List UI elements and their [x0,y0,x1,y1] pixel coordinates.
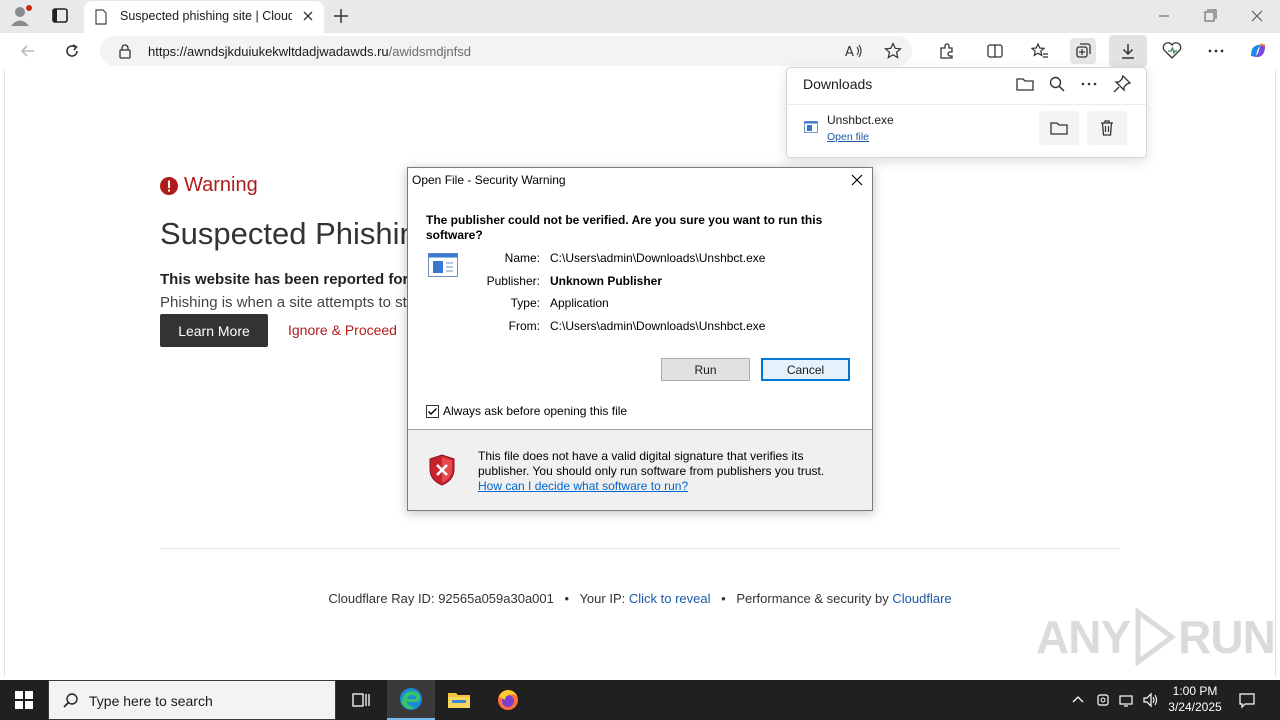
minimize-icon[interactable] [1153,6,1175,26]
svg-text:A: A [845,45,854,60]
signature-info-text: This file does not have a valid digital … [478,449,825,478]
url-text[interactable]: https://awndsjkduiukekwltdadjwadawds.ru/… [148,44,471,59]
address-bar[interactable]: https://awndsjkduiukekwltdadjwadawds.ru/… [100,36,912,66]
downloads-more-icon[interactable] [1079,74,1099,94]
reveal-ip-link[interactable]: Click to reveal [629,591,711,606]
open-file-link[interactable]: Open file [827,131,869,143]
security-warning-dialog: Open File - Security Warning The publish… [407,167,873,511]
phishing-explanation: Phishing is when a site attempts to ste [160,294,416,311]
application-icon [428,253,458,277]
exe-file-icon [804,121,818,133]
search-placeholder: Type here to search [89,693,213,709]
delete-download-button[interactable] [1087,111,1127,145]
tab-title: Suspected phishing site | Cloudfl [120,9,292,23]
favorite-star-icon[interactable] [884,42,902,60]
cancel-button[interactable]: Cancel [761,358,850,381]
your-ip-label: Your IP: [579,591,626,606]
folder-icon [1050,120,1068,136]
notifications-icon[interactable] [1238,691,1256,709]
page-heading: Suspected Phishing [160,216,435,251]
ray-id-value: 92565a059a30a001 [438,591,554,606]
security-shield-icon [428,454,456,486]
lock-icon[interactable] [118,43,132,59]
refresh-icon[interactable] [59,38,85,64]
footer-bullet: • [721,591,726,606]
footer-divider [160,548,1120,549]
favorites-icon[interactable] [1027,38,1053,64]
system-clock[interactable]: 1:00 PM 3/24/2025 [1160,683,1230,715]
new-tab-icon[interactable] [330,5,352,27]
back-icon[interactable] [15,38,41,64]
taskbar-search-box[interactable]: Type here to search [48,680,336,720]
ignore-proceed-link[interactable]: Ignore & Proceed [288,322,397,338]
edge-taskbar-icon[interactable] [387,680,435,720]
downloads-button-icon[interactable] [1109,35,1147,67]
dialog-title: Open File - Security Warning [412,173,566,187]
page-icon [94,9,108,25]
reported-text: This website has been reported for p [160,271,422,288]
taskbar: Type here to search 1:00 PM 3/24/2025 [0,680,1280,720]
show-hidden-icons-icon[interactable] [1071,691,1085,709]
browser-essentials-icon[interactable] [1159,38,1185,64]
extensions-icon[interactable] [934,38,960,64]
learn-more-button[interactable]: Learn More [160,314,268,347]
file-explorer-icon[interactable] [435,680,483,720]
open-folder-icon[interactable] [1015,74,1035,94]
close-window-icon[interactable] [1246,6,1268,26]
warning-header: Warning [160,174,258,197]
pin-icon[interactable] [1112,74,1132,94]
network-icon[interactable] [1118,691,1136,709]
restore-icon[interactable] [1199,6,1221,26]
warning-exclamation-icon [160,176,178,195]
warning-label: Warning [184,174,258,196]
search-downloads-icon[interactable] [1047,74,1067,94]
volume-icon[interactable] [1142,691,1160,709]
show-in-folder-button[interactable] [1039,111,1079,145]
firefox-icon[interactable] [484,680,532,720]
always-ask-checkbox[interactable]: Always ask before opening this file [426,404,627,418]
downloads-panel: Downloads Unshbct.exe Open file [786,67,1147,158]
help-link[interactable]: How can I decide what software to run? [478,479,688,493]
search-icon [62,692,80,710]
dialog-question: The publisher could not be verified. Are… [426,213,823,242]
anyrun-watermark: ANY RUN [1036,608,1276,666]
copilot-icon[interactable] [1245,38,1271,64]
trash-icon [1099,119,1115,137]
dialog-close-icon[interactable] [850,173,864,187]
checkbox-checked-icon[interactable] [426,404,439,418]
windows-logo-icon [15,691,33,709]
device-icon[interactable] [1096,691,1110,709]
play-logo-icon [1132,608,1177,666]
ray-id-label: Cloudflare Ray ID: [328,591,435,606]
more-options-icon[interactable] [1203,38,1229,64]
active-tab[interactable]: Suspected phishing site | Cloudfl [84,1,324,33]
read-aloud-icon[interactable]: A [844,42,864,60]
task-view-icon[interactable] [337,680,385,720]
always-ask-label: Always ask before opening this file [443,404,628,418]
downloads-divider [787,104,1146,105]
performance-label: Performance & security by [736,591,889,606]
run-button[interactable]: Run [661,358,750,381]
clock-date: 3/24/2025 [1168,700,1222,714]
download-filename: Unshbct.exe [827,113,894,127]
collections-icon[interactable] [1070,38,1096,64]
clock-time: 1:00 PM [1172,684,1218,698]
cloudflare-footer: Cloudflare Ray ID: 92565a059a30a001 • Yo… [0,591,1280,606]
downloads-title: Downloads [803,76,873,92]
profile-icon[interactable] [8,4,34,28]
footer-bullet: • [564,591,570,606]
start-button[interactable] [0,680,48,720]
tab-actions-icon[interactable] [48,5,72,27]
split-screen-icon[interactable] [982,38,1008,64]
close-tab-icon[interactable] [302,10,314,22]
cloudflare-link[interactable]: Cloudflare [892,591,951,606]
